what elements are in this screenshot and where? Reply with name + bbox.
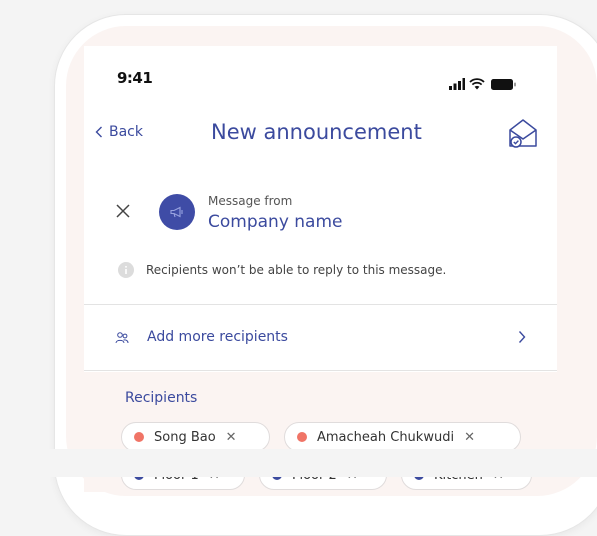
reply-notice-text: Recipients won’t be able to reply to thi…	[146, 263, 447, 277]
recipient-dot	[297, 432, 307, 442]
remove-recipient-icon[interactable]: ✕	[226, 430, 237, 445]
divider	[84, 304, 557, 305]
envelope-open-check-icon[interactable]	[506, 116, 540, 150]
back-label: Back	[109, 124, 143, 140]
chevron-left-icon	[95, 126, 102, 138]
message-from-label: Message from	[208, 194, 293, 208]
remove-recipient-icon[interactable]: ✕	[464, 430, 475, 445]
status-time: 9:41	[117, 69, 153, 87]
recipient-chip-label: Song Bao	[154, 429, 216, 445]
signal-icon	[449, 78, 465, 90]
chevron-right-icon	[518, 331, 526, 343]
recipient-chip[interactable]: Song Bao ✕	[121, 422, 270, 452]
megaphone-icon	[170, 206, 183, 218]
group-icon	[115, 332, 129, 344]
add-recipients-label: Add more recipients	[147, 329, 288, 345]
page-title: New announcement	[211, 120, 422, 144]
recipient-chip[interactable]: Amacheah Chukwudi ✕	[284, 422, 521, 452]
reply-notice: Recipients won’t be able to reply to thi…	[118, 262, 446, 278]
recipients-heading: Recipients	[125, 390, 198, 406]
sender-name: Company name	[208, 212, 343, 232]
back-button[interactable]: Back	[95, 124, 143, 140]
recipient-chip-label: Amacheah Chukwudi	[317, 429, 455, 445]
add-recipients-row[interactable]: Add more recipients	[84, 306, 557, 370]
battery-icon	[491, 79, 516, 90]
close-icon[interactable]	[115, 203, 131, 219]
wifi-icon	[469, 78, 485, 90]
divider	[84, 370, 557, 371]
info-icon	[118, 262, 134, 278]
page-bottom-edge	[0, 449, 597, 477]
sender-avatar	[159, 194, 195, 230]
recipient-dot	[134, 432, 144, 442]
